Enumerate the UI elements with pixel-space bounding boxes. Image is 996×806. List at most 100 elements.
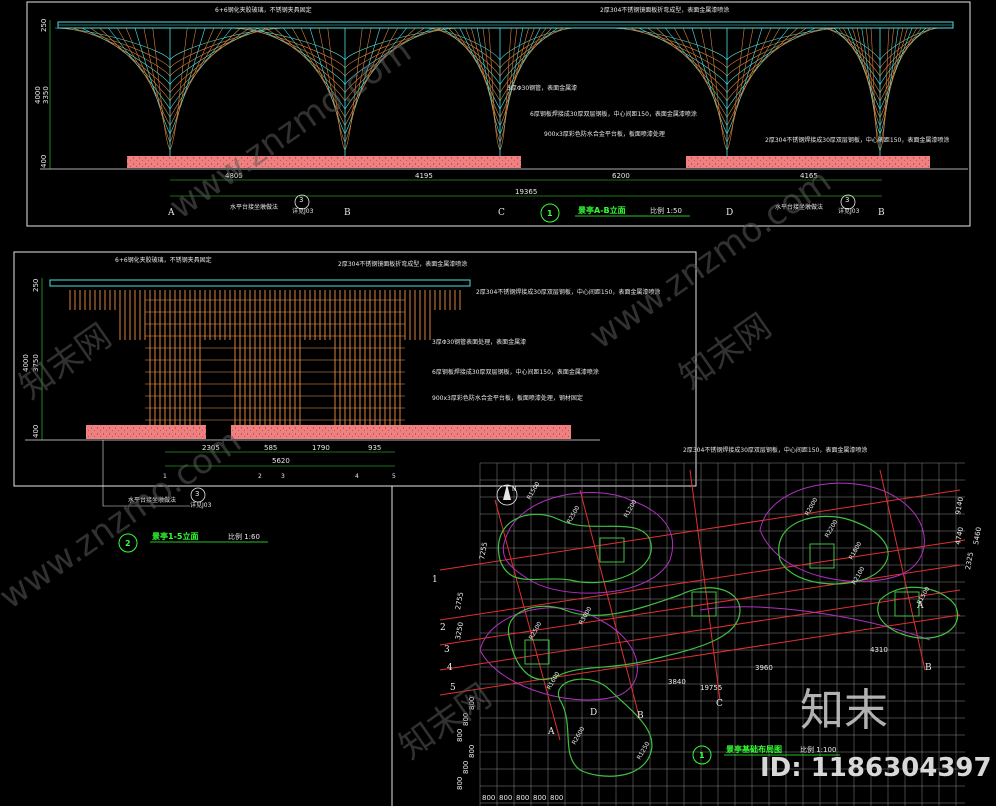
view3-grid-A2: A xyxy=(916,601,924,611)
view1-grid-D: D xyxy=(726,208,733,218)
view2-scale: 比例 1:60 xyxy=(228,532,260,541)
view1-title-num: 1 xyxy=(547,209,553,218)
view2-callout-num: 3 xyxy=(195,490,199,498)
view3-note: 2厚304不锈钢焊接成30厚双层钢板，中心间距150，表面金属漆喷涂 xyxy=(683,446,867,454)
view1-note-top-right: 2厚304不锈钢镜面板折弯成型，表面金属漆喷涂 xyxy=(600,6,729,14)
view3-dim-3: 3840 xyxy=(668,678,686,686)
radius-label: R2600 xyxy=(571,726,587,746)
view3-grid-B2: B xyxy=(925,663,932,673)
bottom-dim-label: 800 xyxy=(516,794,529,802)
view1-callout-left: 水平台接坐墩做法 xyxy=(230,203,278,211)
view1-note-right: 2厚304不锈钢焊接成30厚双层钢板，中心间距150，表面金属漆喷涂 xyxy=(765,136,949,144)
view2-dim-total: 5620 xyxy=(272,457,290,465)
radius-label: R1500 xyxy=(526,481,542,501)
north-label: N xyxy=(512,486,517,493)
view3-grid-A: A xyxy=(547,727,555,737)
view1-dim-bottom-3: 6200 xyxy=(612,172,630,180)
view3-grid-B: B xyxy=(637,711,644,721)
view2-dim-left-4: 400 xyxy=(32,425,40,438)
left-dim-label: 800 xyxy=(462,761,470,774)
watermark-brand-3: 知末网 xyxy=(392,676,498,767)
bottom-dim-label: 800 xyxy=(533,794,546,802)
view2-dim-bottom-4: 935 xyxy=(368,444,381,452)
bottom-dim-label: 800 xyxy=(482,794,495,802)
view1-note-mid1: 3厚Φ30钢管，表面金属漆 xyxy=(507,84,577,92)
cad-drawing: 250 4000 3350 400 4805 4195 6200 4165 19… xyxy=(0,1,992,806)
view1-title: 景亭A-B立面 xyxy=(578,205,626,215)
view2-base-left xyxy=(86,425,206,439)
view3-grid-2: 2 xyxy=(440,623,446,633)
view1-dim-left-3: 3350 xyxy=(42,86,50,104)
view3-grid-D: D xyxy=(590,708,597,718)
view2-note-right3: 6厚钢板焊接成30厚双层钢板，中心间距150，表面金属漆喷涂 xyxy=(432,368,599,376)
view2-grid-5: 5 xyxy=(392,473,396,480)
left-dim-label: 800 xyxy=(468,745,476,758)
view1-base-left xyxy=(127,156,521,168)
view1-callout-left-num: 3 xyxy=(299,196,303,204)
view1-note-mid3: 900x3厚彩色防水合金平台板，板面喷漆处理 xyxy=(544,130,665,138)
view3-dim-11: 5460 xyxy=(972,526,983,545)
bottom-dim-label: 800 xyxy=(550,794,563,802)
view2-title: 景亭1-5立面 xyxy=(152,531,198,541)
watermark-logo: 知末 xyxy=(800,685,888,736)
view3-dim-5: 7255 xyxy=(478,541,489,560)
view1-callout-right-num: 3 xyxy=(845,196,849,204)
view3-dim-8: 9140 xyxy=(954,496,965,515)
view3-dim-4: 19755 xyxy=(700,684,722,692)
view3-green-curves xyxy=(497,513,959,777)
view3-dim-7: 2755 xyxy=(454,591,465,610)
radius-label: R1800 xyxy=(848,541,864,561)
view2-columns xyxy=(69,290,461,425)
view1-callout-right-sheet: 详见J03 xyxy=(838,207,860,215)
view2-dim-bottom-2: 585 xyxy=(264,444,277,452)
view3-grid-4: 4 xyxy=(447,663,453,673)
view2-note-top-right: 2厚304不锈钢镜面板折弯成型，表面金属漆喷涂 xyxy=(338,260,467,268)
view1-dim-left-4: 400 xyxy=(40,155,48,168)
watermark-site-2: www.znzmo.com xyxy=(582,161,838,357)
view2-grid-4: 4 xyxy=(355,473,359,480)
view2-grid-2: 2 xyxy=(258,473,262,480)
view2-base-right xyxy=(231,425,571,439)
radius-label: R2100 xyxy=(851,566,867,586)
view1-grid-B: B xyxy=(344,208,351,218)
view3-grid-C: C xyxy=(716,699,723,709)
view1-note-top-left: 6+6钢化夹胶玻璃，不锈钢夹具固定 xyxy=(215,6,312,14)
view2-roof xyxy=(49,279,471,287)
view3-plan: R1500R2500 R1200 R2000R2200R1800R2100R1500… xyxy=(391,446,983,806)
view1-callout-left-sheet: 详见J03 xyxy=(292,207,314,215)
view3-title-num: 1 xyxy=(699,751,705,760)
watermark-site-3: www.znzmo.com xyxy=(0,421,249,617)
watermark-brand-2: 知末网 xyxy=(672,306,778,397)
view3-grid-1: 1 xyxy=(432,575,438,585)
view1-dim-left-1: 250 xyxy=(40,19,48,32)
view1-grid-C: C xyxy=(498,208,505,218)
watermark-id: ID: 1186304397 xyxy=(760,753,992,783)
view2-dim-left-1: 250 xyxy=(32,279,40,292)
view3-bottom-dims: 800 800 800 800 800 xyxy=(482,794,563,802)
view1-note-mid2: 6厚钢板焊接成30厚双层钢板，中心间距150，表面金属漆喷涂 xyxy=(530,110,697,118)
left-dim-label: 800 xyxy=(456,777,464,790)
view1-dim-left-2: 4000 xyxy=(34,86,42,104)
bottom-dim-label: 800 xyxy=(499,794,512,802)
view2-note-right2: 3厚Φ30钢管表面处理，表面金属漆 xyxy=(432,338,526,346)
view3-piers xyxy=(524,537,920,665)
view1-grid-B2: B xyxy=(878,208,885,218)
view1-scale: 比例 1:50 xyxy=(650,206,682,215)
view3-dim-6: 4740 xyxy=(954,526,965,545)
view3-grid-3: 3 xyxy=(444,645,450,655)
view2-title-num: 2 xyxy=(125,539,131,548)
view1-dim-total: 19365 xyxy=(515,188,537,196)
radius-label: R1200 xyxy=(623,499,639,519)
view2-note-right4: 900x3厚彩色防水合金平台板，板面喷漆处理，钢材固定 xyxy=(432,394,583,402)
view3-dim-2: 4310 xyxy=(870,646,888,654)
view2-note-top-left: 6+6钢化夹胶玻璃，不锈钢夹具固定 xyxy=(115,256,212,264)
radius-label: R2500 xyxy=(566,505,582,525)
view2-callout-sheet: 详见J03 xyxy=(190,501,212,509)
view1-dim-left: 250 4000 3350 400 xyxy=(34,19,50,168)
view3-dim-1: 3960 xyxy=(755,664,773,672)
view3-dim-9: 3250 xyxy=(454,621,465,640)
view1-dim-bottom-2: 4195 xyxy=(415,172,433,180)
view2-dim-bottom-3: 1790 xyxy=(312,444,330,452)
view3-dim-10: 2325 xyxy=(964,551,975,570)
view2-grid-3: 3 xyxy=(281,473,285,480)
